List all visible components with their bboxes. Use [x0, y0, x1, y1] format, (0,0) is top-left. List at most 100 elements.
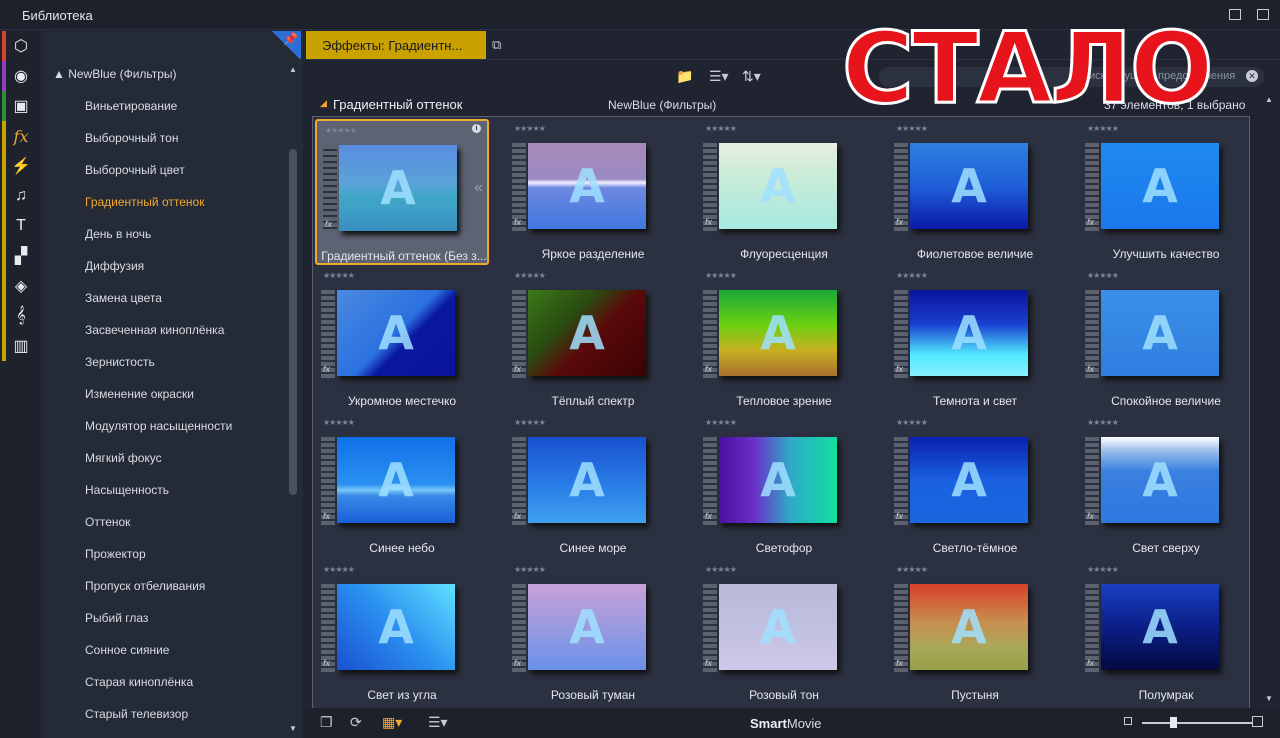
tree-item[interactable]: Рыбий глаз: [85, 611, 148, 625]
tree-item[interactable]: Сонное сияние: [85, 643, 169, 657]
fx-badge-icon: fx: [514, 511, 522, 521]
photos-icon[interactable]: ▣: [0, 91, 42, 121]
tree-item[interactable]: Оттенок: [85, 515, 130, 529]
scroll-up-icon[interactable]: ▲: [289, 65, 297, 74]
rating-stars[interactable]: ★★★★★: [323, 418, 355, 427]
effect-tile[interactable]: ★★★★★ Afx Улучшить качество: [1079, 119, 1249, 265]
tree-scrollbar[interactable]: [289, 149, 297, 495]
smartmovie-button[interactable]: SmartMovie: [750, 716, 822, 731]
box-icon[interactable]: ⬡: [0, 31, 42, 61]
piano-icon[interactable]: ▥: [0, 331, 42, 361]
effect-tile[interactable]: ★★★★★ Afx Полумрак: [1079, 560, 1249, 706]
effect-tile[interactable]: ★★★★★ Afx Темнота и свет: [888, 266, 1062, 412]
close-window-icon[interactable]: [1257, 9, 1269, 20]
tree-item[interactable]: Выборочный цвет: [85, 163, 185, 177]
tree-item[interactable]: Пропуск отбеливания: [85, 579, 205, 593]
effect-tile[interactable]: ★★★★★ Afx Светофор: [697, 413, 871, 559]
scroll-down-icon[interactable]: ▼: [1265, 694, 1273, 703]
tree-item[interactable]: Замена цвета: [85, 291, 162, 305]
expand-chevron-icon[interactable]: «: [474, 179, 483, 197]
effect-tile[interactable]: ★★★★★ Afx Флуоресценция: [697, 119, 871, 265]
effect-tile[interactable]: ★★★★★ Afx Пустыня: [888, 560, 1062, 706]
tree-item[interactable]: Насыщенность: [85, 483, 169, 497]
effect-tile[interactable]: ★★★★★ Afx Тепловое зрение: [697, 266, 871, 412]
tree-item[interactable]: Градиентный оттенок: [85, 195, 204, 209]
effect-tile[interactable]: ★★★★★ Afx Свет из угла: [315, 560, 489, 706]
rating-stars[interactable]: ★★★★★: [514, 271, 546, 280]
shapes-icon[interactable]: ▞: [0, 241, 42, 271]
zoom-slider[interactable]: [1142, 717, 1252, 728]
rating-stars[interactable]: ★★★★★: [323, 565, 355, 574]
tree-item[interactable]: Засвеченная киноплёнка: [85, 323, 224, 337]
rating-stars[interactable]: ★★★★★: [896, 271, 928, 280]
rating-stars[interactable]: ★★★★★: [323, 271, 355, 280]
zoom-knob[interactable]: [1170, 717, 1177, 728]
effect-tile[interactable]: ★★★★★ Afx Свет сверху: [1079, 413, 1249, 559]
rating-stars[interactable]: ★★★★★: [514, 418, 546, 427]
effect-tile[interactable]: ★★★★★ Afx Фиолетовое величие: [888, 119, 1062, 265]
effect-tile[interactable]: ★★★★★ Afx Розовый тон: [697, 560, 871, 706]
effect-tile[interactable]: ★★★★★ Afx Розовый туман: [506, 560, 680, 706]
rating-stars[interactable]: ★★★★★: [1087, 418, 1119, 427]
rating-stars[interactable]: ★★★★★: [705, 565, 737, 574]
tab-effects[interactable]: Эффекты: Градиентн...: [306, 31, 486, 59]
effect-tile[interactable]: ★★★★★ Afx Синее море: [506, 413, 680, 559]
tree-item[interactable]: Изменение окраски: [85, 387, 194, 401]
add-tab-icon[interactable]: ⧉: [492, 37, 501, 53]
tree-item[interactable]: Прожектор: [85, 547, 146, 561]
effect-thumbnail: A: [1101, 290, 1219, 376]
list-view-icon[interactable]: ☰▾: [428, 714, 448, 731]
tree-item[interactable]: Выборочный тон: [85, 131, 178, 145]
rating-stars[interactable]: ★★★★★: [1087, 271, 1119, 280]
rating-stars[interactable]: ★★★★★: [705, 271, 737, 280]
info-icon[interactable]: i: [472, 124, 481, 133]
effect-tile[interactable]: ★★★★★ Afx Тёплый спектр: [506, 266, 680, 412]
rating-stars[interactable]: ★★★★★: [705, 418, 737, 427]
rating-stars[interactable]: ★★★★★: [896, 565, 928, 574]
rating-stars[interactable]: ★★★★★: [514, 565, 546, 574]
effect-tile[interactable]: ★★★★★ Afx Укромное местечко: [315, 266, 489, 412]
text-icon[interactable]: T: [0, 211, 42, 241]
fx-icon[interactable]: fx: [0, 121, 42, 151]
rating-stars[interactable]: ★★★★★: [325, 126, 357, 135]
view-list-icon[interactable]: ☰▾: [709, 68, 729, 85]
rating-stars[interactable]: ★★★★★: [1087, 565, 1119, 574]
tree-item[interactable]: Модулятор насыщенности: [85, 419, 232, 433]
effect-tile[interactable]: ★★★★★ Afx Яркое разделение: [506, 119, 680, 265]
music-note-icon[interactable]: ♫: [0, 181, 42, 211]
rating-stars[interactable]: ★★★★★: [896, 418, 928, 427]
pin-corner[interactable]: 📌: [271, 31, 301, 59]
fx-badge-icon: fx: [896, 217, 904, 227]
folder-icon[interactable]: 📁: [676, 68, 693, 85]
effect-tile[interactable]: ★★★★★ Afx Синее небо: [315, 413, 489, 559]
copy-icon[interactable]: ❐: [320, 714, 333, 731]
zoom-large-icon[interactable]: [1252, 716, 1263, 727]
grid-scrollbar[interactable]: ▲ ▼: [1258, 93, 1280, 708]
rating-stars[interactable]: ★★★★★: [514, 124, 546, 133]
lightning-icon[interactable]: ⚡: [0, 151, 42, 181]
effect-tile[interactable]: ★★★★★ Afx Светло-тёмное: [888, 413, 1062, 559]
tree-item[interactable]: Старый телевизор: [85, 707, 188, 721]
grid-view-icon[interactable]: ▦▾: [382, 714, 402, 731]
rating-stars[interactable]: ★★★★★: [705, 124, 737, 133]
sync-icon[interactable]: ⟳: [350, 714, 362, 731]
effect-tile[interactable]: ★★★★★ Afx Градиентный оттенок (Без з... i «: [315, 119, 489, 265]
zoom-small-icon[interactable]: [1124, 717, 1132, 725]
sort-icon[interactable]: ⇅▾: [742, 68, 761, 85]
tree-item[interactable]: Зернистость: [85, 355, 155, 369]
clear-search-icon[interactable]: ✕: [1246, 70, 1258, 82]
film-reel-icon[interactable]: ◉: [0, 61, 42, 91]
tree-item[interactable]: Мягкий фокус: [85, 451, 162, 465]
tree-item[interactable]: Виньетирование: [85, 99, 177, 113]
tree-item[interactable]: Старая киноплёнка: [85, 675, 193, 689]
scroll-up-icon[interactable]: ▲: [1265, 95, 1273, 104]
effect-thumbnail: A: [1101, 584, 1219, 670]
layers-icon[interactable]: ◈: [0, 271, 42, 301]
effect-tile[interactable]: ★★★★★ Afx Спокойное величие: [1079, 266, 1249, 412]
tree-item[interactable]: Диффузия: [85, 259, 144, 273]
scroll-down-icon[interactable]: ▼: [289, 724, 297, 733]
clef-icon[interactable]: 𝄞: [0, 301, 42, 331]
tree-root[interactable]: ▲ NewBlue (Фильтры): [53, 67, 177, 81]
collapse-icon[interactable]: ◢: [320, 98, 327, 109]
tree-item[interactable]: День в ночь: [85, 227, 151, 241]
